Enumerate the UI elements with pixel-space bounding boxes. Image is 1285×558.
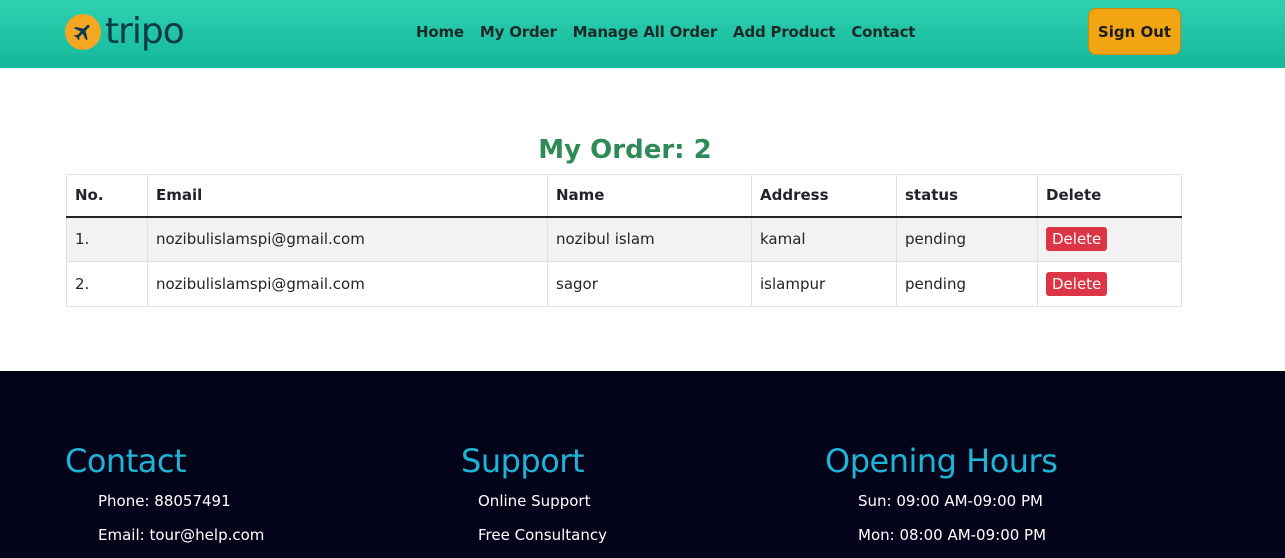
cell-address: islampur (751, 261, 897, 307)
column-header-name: Name (547, 174, 752, 218)
table-header-row: No. Email Name Address status Delete (66, 174, 1182, 218)
footer-contact-title: Contact (65, 442, 187, 480)
footer-support-item[interactable]: Online Support (478, 491, 607, 511)
nav-contact[interactable]: Contact (851, 22, 915, 42)
cell-email: nozibulislamspi@gmail.com (147, 261, 548, 307)
airplane-icon (65, 14, 101, 50)
column-header-email: Email (147, 174, 548, 218)
cell-name: sagor (547, 261, 752, 307)
cell-email: nozibulislamspi@gmail.com (147, 216, 548, 262)
orders-table: No. Email Name Address status Delete 1. … (66, 174, 1182, 307)
cell-status: pending (896, 216, 1038, 262)
cell-status: pending (896, 261, 1038, 307)
site-footer: Contact Phone: 88057491 Email: tour@help… (0, 371, 1285, 558)
column-header-no: No. (66, 174, 148, 218)
nav-add-product[interactable]: Add Product (733, 22, 835, 42)
cell-no: 2. (66, 261, 148, 307)
footer-phone: Phone: 88057491 (98, 492, 231, 510)
column-header-delete: Delete (1037, 174, 1182, 218)
column-header-status: status (896, 174, 1038, 218)
table-row: 1. nozibulislamspi@gmail.com nozibul isl… (66, 216, 1182, 262)
page-title: My Order: 2 (538, 135, 712, 165)
footer-hours-item: Mon: 08:00 AM-09:00 PM (858, 526, 1047, 544)
nav-my-order[interactable]: My Order (480, 22, 557, 42)
brand-logo[interactable]: tripo (65, 11, 185, 52)
cell-no: 1. (66, 216, 148, 262)
footer-hours: Opening Hours Sun: 09:00 AM-09:00 PM Mon… (825, 441, 1058, 545)
nav-home[interactable]: Home (416, 22, 464, 42)
sign-out-button[interactable]: Sign Out (1088, 8, 1181, 55)
footer-hours-title: Opening Hours (825, 442, 1058, 480)
footer-contact: Contact Phone: 88057491 Email: tour@help… (65, 441, 264, 545)
cell-delete: Delete (1037, 261, 1182, 307)
main-nav: Home My Order Manage All Order Add Produ… (416, 22, 931, 42)
footer-support: Support Online Support Free Consultancy (461, 441, 607, 545)
footer-email: Email: tour@help.com (98, 526, 265, 544)
nav-manage-all-order[interactable]: Manage All Order (573, 22, 718, 42)
cell-delete: Delete (1037, 216, 1182, 262)
table-row: 2. nozibulislamspi@gmail.com sagor islam… (66, 261, 1182, 307)
footer-support-item[interactable]: Free Consultancy (478, 525, 607, 545)
footer-hours-item: Sun: 09:00 AM-09:00 PM (858, 492, 1043, 510)
footer-support-title: Support (461, 442, 584, 480)
top-navbar: tripo Home My Order Manage All Order Add… (0, 0, 1285, 68)
delete-button[interactable]: Delete (1046, 227, 1108, 252)
brand-name: tripo (105, 11, 185, 52)
delete-button[interactable]: Delete (1046, 272, 1108, 296)
cell-name: nozibul islam (547, 216, 752, 262)
cell-address: kamal (751, 216, 897, 262)
column-header-address: Address (751, 174, 897, 218)
